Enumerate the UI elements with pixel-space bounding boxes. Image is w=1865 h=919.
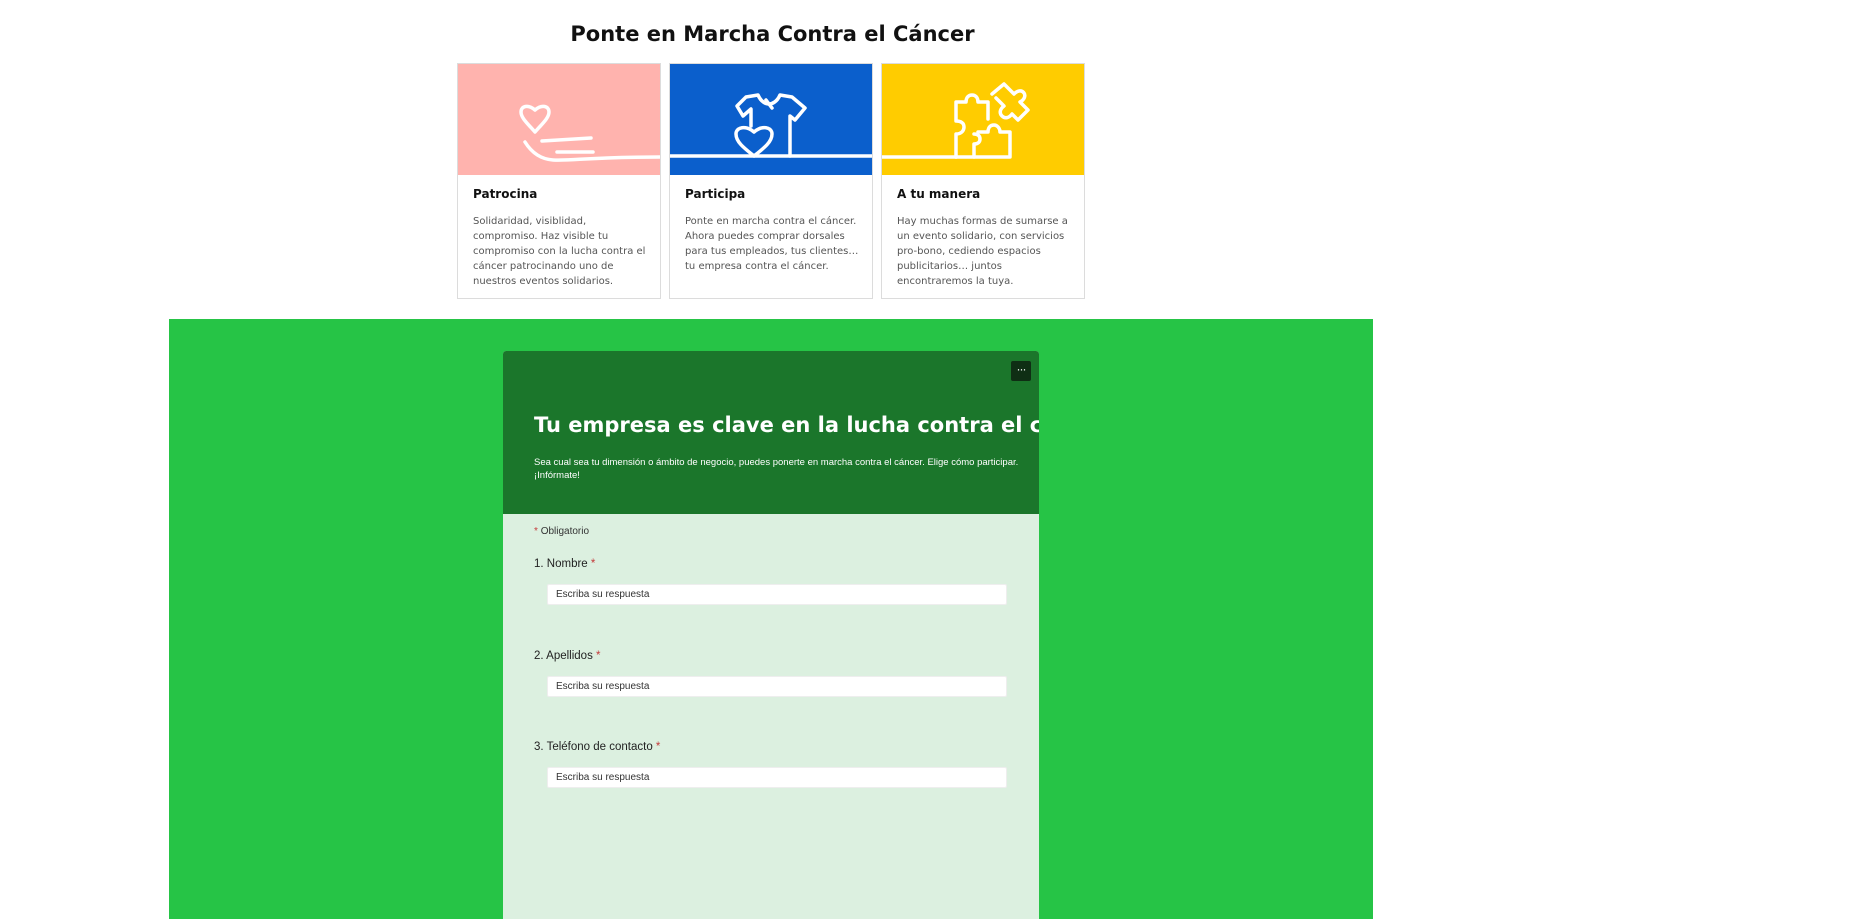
question-text: 1. Nombre <box>534 558 588 570</box>
card-title: Participa <box>685 187 746 201</box>
more-options-button[interactable]: ··· <box>1011 361 1031 381</box>
card-a-tu-manera[interactable]: A tu manera Hay muchas formas de sumarse… <box>881 63 1085 299</box>
card-text: Ponte en marcha contra el cáncer. Ahora … <box>685 216 859 272</box>
banner-background <box>670 64 872 175</box>
card-patrocina[interactable]: Patrocina Solidaridad, visiblidad, compr… <box>457 63 661 299</box>
required-asterisk: * <box>655 741 661 753</box>
card-title: A tu manera <box>897 187 981 201</box>
card-banner <box>670 64 872 175</box>
question-text: 2. Apellidos <box>534 650 593 662</box>
embedded-form: ··· Tu empresa es clave en la lucha cont… <box>503 351 1039 919</box>
card-title: Patrocina <box>473 187 538 201</box>
question-label-telefono: 3. Teléfono de contacto * <box>534 741 660 753</box>
card-participa[interactable]: Participa Ponte en marcha contra el cánc… <box>669 63 873 299</box>
required-note-text: Obligatorio <box>540 526 590 537</box>
card-banner <box>882 64 1084 175</box>
telefono-input[interactable] <box>547 767 1007 788</box>
card-text: Hay muchas formas de sumarse a un evento… <box>897 216 1068 287</box>
question-text: 3. Teléfono de contacto <box>534 741 653 753</box>
form-description: Sea cual sea tu dimensión o ámbito de ne… <box>534 457 1019 481</box>
card-text: Solidaridad, visiblidad, compromiso. Haz… <box>473 216 646 287</box>
required-asterisk: * <box>534 526 538 537</box>
form-title: Tu empresa es clave en la lucha contra e… <box>534 413 1039 437</box>
question-label-apellidos: 2. Apellidos * <box>534 650 601 662</box>
form-header: ··· Tu empresa es clave en la lucha cont… <box>503 351 1039 514</box>
apellidos-input[interactable] <box>547 676 1007 697</box>
question-label-nombre: 1. Nombre * <box>534 558 595 570</box>
required-asterisk: * <box>590 558 596 570</box>
card-banner <box>458 64 660 175</box>
required-note: * Obligatorio <box>534 526 589 537</box>
page-title: Ponte en Marcha Contra el Cáncer <box>570 22 975 46</box>
nombre-input[interactable] <box>547 584 1007 605</box>
required-asterisk: * <box>596 650 601 662</box>
